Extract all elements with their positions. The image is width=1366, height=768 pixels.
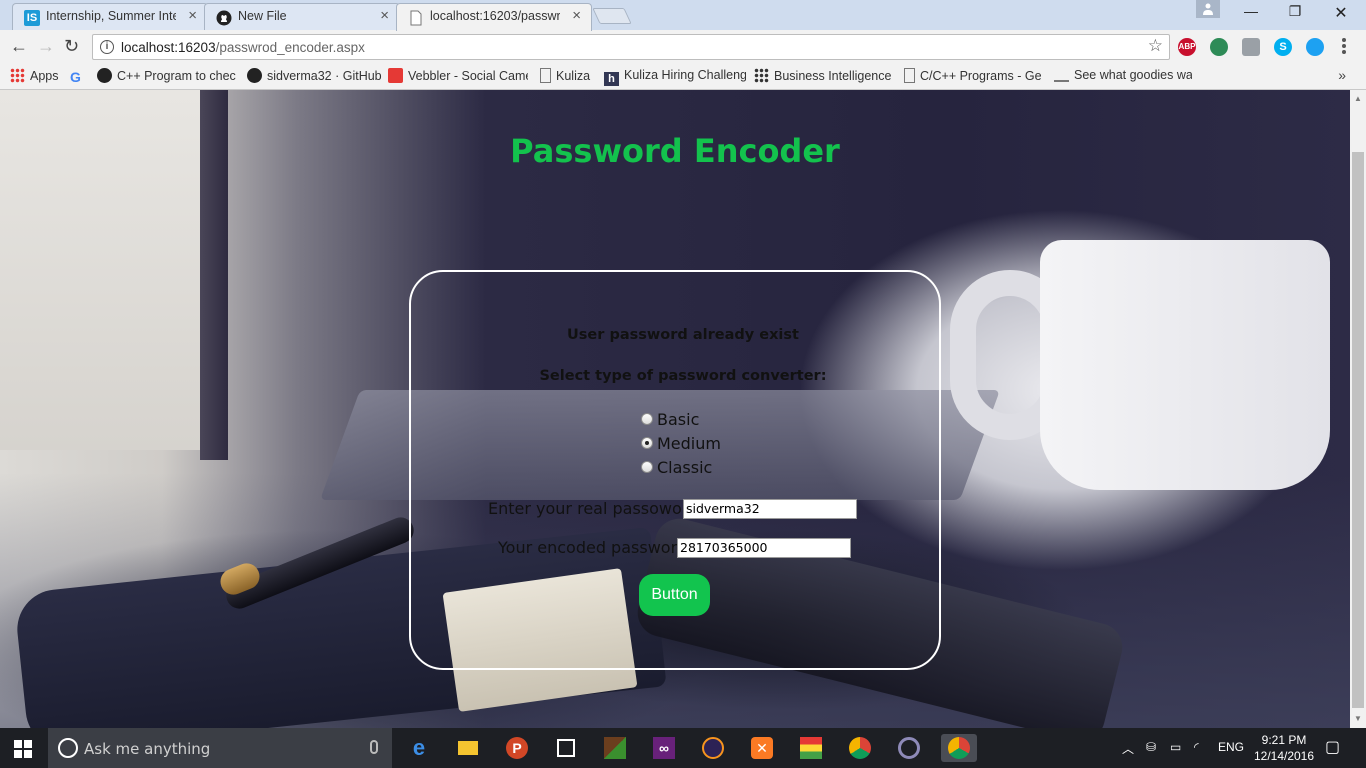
edge-icon[interactable]: e [404, 734, 434, 762]
reload-icon[interactable]: ↻ [64, 36, 79, 57]
close-tab-icon[interactable]: × [380, 7, 389, 24]
page-title: Password Encoder [510, 132, 840, 170]
back-arrow-icon[interactable]: ← [10, 36, 28, 57]
radio-button[interactable] [641, 413, 653, 425]
skype-icon[interactable]: S [1274, 38, 1292, 56]
info-icon[interactable]: i [100, 40, 114, 54]
bookmark-kuliza[interactable]: Kuliza [540, 68, 600, 86]
mail-check-icon[interactable] [1242, 38, 1260, 56]
file-explorer-icon[interactable] [453, 734, 483, 762]
network-drive-icon[interactable]: ⛁ [1146, 740, 1156, 754]
web-globe-icon[interactable] [1210, 38, 1228, 56]
language-indicator[interactable]: ENG [1218, 740, 1244, 754]
bookmark-cpp-program[interactable]: C++ Program to chec [97, 68, 237, 86]
bookmark-cpp-programs[interactable]: C/C++ Programs - Ge [904, 68, 1044, 86]
radio-option-basic[interactable]: Basic [641, 411, 721, 435]
bookmark-goodies[interactable]: See what goodies wa [1054, 68, 1192, 86]
cortana-search-box[interactable]: Ask me anything [48, 728, 392, 768]
real-password-label: Enter your real passoword: [488, 499, 704, 518]
adblock-plus-icon[interactable]: ABP [1178, 38, 1196, 56]
scroll-thumb[interactable] [1352, 152, 1364, 708]
address-bar[interactable]: i localhost:16203/passwrod_encoder.aspx … [92, 34, 1170, 60]
github-icon [97, 68, 112, 83]
hackerearth-icon: h [604, 72, 619, 86]
radio-option-classic[interactable]: Classic [641, 459, 721, 483]
encoded-password-output[interactable]: 28170365000 [677, 538, 851, 558]
page-icon [410, 10, 422, 26]
bookmark-google[interactable]: G [70, 68, 90, 86]
status-message: User password already exist [567, 327, 799, 343]
microphone-icon[interactable] [370, 740, 378, 754]
show-hidden-icons-icon[interactable]: ︿ [1122, 740, 1134, 757]
windows-start-icon[interactable] [14, 740, 32, 758]
profile-button[interactable] [1196, 0, 1220, 18]
scroll-up-icon[interactable]: ▲ [1354, 94, 1362, 103]
vebbler-icon [388, 68, 403, 83]
converter-radio-group: Basic Medium Classic [641, 411, 721, 483]
background-mug [1040, 240, 1330, 490]
system-clock[interactable]: 9:21 PM 12/14/2016 [1243, 732, 1325, 764]
converter-prompt: Select type of password converter: [539, 368, 827, 384]
cortana-icon [58, 738, 78, 758]
tab-password-encoder[interactable]: localhost:16203/passwro × [396, 3, 592, 31]
scroll-down-icon[interactable]: ▼ [1354, 714, 1362, 723]
chrome-menu-icon[interactable] [1342, 38, 1346, 56]
chrome-icon[interactable] [941, 734, 977, 762]
close-window-icon[interactable]: ✕ [1318, 3, 1364, 23]
new-tab-button[interactable] [592, 8, 632, 24]
bi-grid-icon [754, 68, 769, 83]
visual-studio-icon[interactable]: ∞ [649, 734, 679, 762]
windows-taskbar: Ask me anything e P ∞ ✕ ︿ ⛁ ▭ ◜ ENG 9:21… [0, 728, 1366, 768]
bookmark-kuliza-hiring[interactable]: h Kuliza Hiring Challeng [604, 68, 746, 86]
google-icon: G [70, 69, 81, 85]
bluestacks-icon[interactable] [796, 734, 826, 762]
apps-grid-icon [10, 68, 25, 83]
page-icon [904, 68, 915, 83]
store-icon[interactable] [551, 734, 581, 762]
wifi-icon[interactable]: ◜ [1194, 740, 1199, 754]
bookmark-star-icon[interactable]: ☆ [1148, 36, 1163, 56]
minimize-icon[interactable]: — [1228, 3, 1274, 19]
bookmark-apps[interactable]: Apps [10, 68, 59, 86]
github-icon [216, 10, 232, 26]
eclipse-icon[interactable] [698, 734, 728, 762]
github-icon [247, 68, 262, 83]
hangouts-icon[interactable] [1306, 38, 1324, 56]
xampp-icon[interactable]: ✕ [747, 734, 777, 762]
address-url: localhost:16203/passwrod_encoder.aspx [121, 40, 365, 55]
internshala-icon: IS [24, 10, 40, 26]
battery-icon[interactable]: ▭ [1170, 740, 1181, 754]
close-tab-icon[interactable]: × [572, 7, 581, 24]
radio-button-checked[interactable] [641, 437, 653, 449]
bookmark-vebbler[interactable]: Vebbler - Social Came [388, 68, 528, 86]
powerpoint-icon[interactable]: P [502, 734, 532, 762]
page-icon [540, 68, 551, 83]
goodies-icon [1054, 74, 1069, 82]
app-swirl-icon[interactable] [894, 734, 924, 762]
chrome-icon[interactable] [845, 734, 875, 762]
action-center-icon[interactable]: ▢ [1325, 737, 1340, 757]
close-tab-icon[interactable]: × [188, 7, 197, 24]
minecraft-icon[interactable] [600, 734, 630, 762]
restore-icon[interactable]: ❐ [1272, 3, 1318, 20]
browser-toolbar: ← → ↻ i localhost:16203/passwrod_encoder… [0, 30, 1366, 64]
tab-new-file[interactable]: New File × [204, 3, 400, 30]
radio-option-medium[interactable]: Medium [641, 435, 721, 459]
bookmarks-bar: Apps G C++ Program to chec sidverma32 · … [0, 64, 1366, 90]
encode-button[interactable]: Button [639, 574, 710, 616]
more-bookmarks-icon[interactable]: » [1338, 67, 1346, 83]
tab-internship[interactable]: IS Internship, Summer Inter × [12, 3, 208, 30]
forward-arrow-icon[interactable]: → [37, 36, 55, 57]
bookmark-github[interactable]: sidverma32 · GitHub [247, 68, 382, 86]
tab-strip: IS Internship, Summer Inter × New File ×… [0, 0, 1366, 31]
bookmark-business-intelligence[interactable]: Business Intelligence [754, 68, 894, 86]
radio-button[interactable] [641, 461, 653, 473]
real-password-input[interactable]: sidverma32 [683, 499, 857, 519]
person-icon [1203, 3, 1213, 15]
page-scrollbar[interactable]: ▲ ▼ [1350, 90, 1366, 728]
encoded-password-label: Your encoded password: [498, 538, 693, 557]
